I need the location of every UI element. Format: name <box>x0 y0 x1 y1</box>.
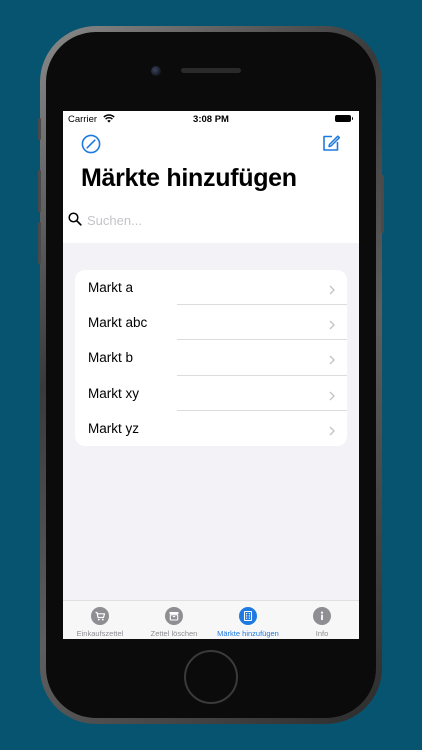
power-button <box>381 175 384 233</box>
volume-down-button <box>38 222 41 264</box>
tab-info[interactable]: Info <box>285 601 359 639</box>
chevron-right-icon <box>329 317 335 335</box>
search-bar <box>63 209 359 233</box>
chevron-right-icon <box>329 282 335 300</box>
earpiece-speaker <box>181 68 241 73</box>
search-icon <box>68 212 82 231</box>
list-item[interactable]: Markt a <box>75 270 347 306</box>
cart-icon <box>91 607 109 625</box>
compass-button[interactable] <box>81 134 101 159</box>
tab-einkaufszettel[interactable]: Einkaufszettel <box>63 601 137 639</box>
header: Carrier 3:08 PM Märkte hinzufügen Suchen… <box>63 111 359 243</box>
status-bar: Carrier 3:08 PM <box>63 111 359 127</box>
compose-icon <box>323 135 341 151</box>
mute-switch <box>38 118 41 140</box>
battery-icon <box>335 115 353 122</box>
tab-maerkte-hinzufuegen[interactable]: Märkte hinzufügen <box>211 601 285 639</box>
list-item[interactable]: Markt abc <box>75 305 347 341</box>
list-item-label: Markt abc <box>88 315 148 331</box>
tab-bar: Einkaufszettel Zettel löschen Märkte hin… <box>63 600 359 639</box>
list-item-label: Markt a <box>88 280 134 295</box>
tab-label: Einkaufszettel <box>76 629 124 638</box>
compass-icon <box>81 134 101 154</box>
tab-zettel-loeschen[interactable]: Zettel löschen <box>137 601 211 639</box>
chevron-right-icon <box>329 388 335 406</box>
building-icon <box>239 607 257 625</box>
tab-label: Info <box>315 629 329 638</box>
page-title: Märkte hinzufügen <box>81 164 297 192</box>
market-list: Markt a Markt abc Markt b Markt xy Markt… <box>75 270 347 446</box>
tab-label: Zettel löschen <box>150 629 198 638</box>
front-camera <box>151 66 161 76</box>
list-item-label: Markt b <box>88 350 134 366</box>
search-input[interactable] <box>87 211 337 229</box>
app-screen: Carrier 3:08 PM Märkte hinzufügen Suchen… <box>63 111 359 639</box>
tab-label: Märkte hinzufügen <box>217 629 279 638</box>
chevron-right-icon <box>329 423 335 441</box>
status-time: 3:08 PM <box>193 114 229 125</box>
list-item[interactable]: Markt xy <box>75 376 347 411</box>
volume-up-button <box>38 170 41 212</box>
list-item[interactable]: Markt b <box>75 340 347 376</box>
list-item-label: Markt yz <box>88 420 140 436</box>
chevron-right-icon <box>329 352 335 370</box>
info-icon <box>313 607 331 625</box>
list-item[interactable]: Markt yz <box>75 411 347 446</box>
list-item-label: Markt xy <box>88 385 140 401</box>
home-button[interactable] <box>184 650 238 704</box>
compose-button[interactable] <box>321 133 341 158</box>
archive-icon <box>165 607 183 625</box>
